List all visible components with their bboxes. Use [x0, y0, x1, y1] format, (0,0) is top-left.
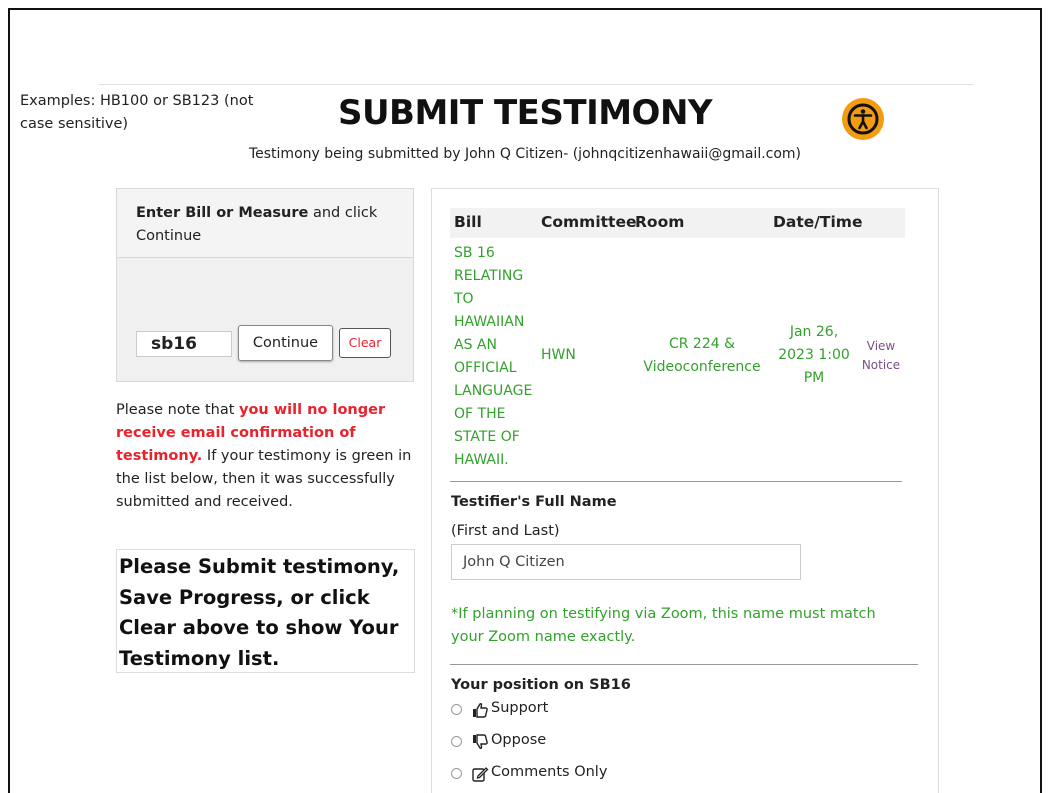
bill-title-cell: SB 16 RELATING TO HAWAIIAN AS AN OFFICIA…: [454, 245, 533, 468]
testifier-name-label: Testifier's Full Name: [451, 494, 617, 510]
submitter-info: Testimony being submitted by John Q Citi…: [248, 146, 802, 162]
bill-examples: Examples: HB100 or SB123 (not case sensi…: [20, 93, 254, 132]
comments-radio[interactable]: [451, 768, 462, 779]
header-divider: [98, 84, 974, 85]
accessibility-icon: [847, 103, 879, 135]
zoom-name-note: *If planning on testifying via Zoom, thi…: [451, 606, 876, 645]
submit-prompt: Please Submit testimony, Save Progress, …: [119, 555, 400, 670]
committee-cell: HWN: [541, 347, 576, 363]
bill-entry-heading: Enter Bill or Measure: [136, 205, 309, 221]
room-cell: CR 224 & Videoconference: [643, 336, 761, 375]
support-label: Support: [491, 700, 549, 716]
thumbs-up-icon: [473, 702, 488, 718]
col-header-committee: Committee: [541, 213, 637, 231]
view-notice-link[interactable]: View Notice: [856, 337, 906, 375]
notice-prefix: Please note that: [116, 402, 239, 418]
support-radio[interactable]: [451, 704, 462, 715]
position-label: Your position on SB16: [451, 677, 631, 693]
col-header-bill: Bill: [454, 213, 482, 231]
testifier-name-sublabel: (First and Last): [451, 523, 560, 539]
bill-input[interactable]: sb16: [136, 331, 232, 357]
edit-icon: [472, 767, 489, 782]
email-notice: Please note that you will no longer rece…: [116, 399, 416, 514]
thumbs-down-icon: [473, 734, 488, 750]
datetime-cell: Jan 26, 2023 1:00 PM: [778, 324, 850, 386]
submit-prompt-box: Please Submit testimony, Save Progress, …: [116, 549, 415, 673]
comments-label: Comments Only: [491, 764, 608, 780]
continue-button[interactable]: Continue: [238, 325, 333, 361]
col-header-datetime: Date/Time: [773, 213, 863, 231]
divider: [450, 664, 918, 665]
testifier-name-input[interactable]: John Q Citizen: [451, 544, 801, 580]
accessibility-button[interactable]: [842, 98, 884, 140]
oppose-radio[interactable]: [451, 736, 462, 747]
bill-entry-header: Enter Bill or Measure and click Continue: [117, 189, 413, 258]
col-header-room: Room: [635, 213, 685, 231]
divider: [450, 481, 902, 482]
clear-button[interactable]: Clear: [339, 328, 391, 358]
oppose-label: Oppose: [491, 732, 547, 748]
